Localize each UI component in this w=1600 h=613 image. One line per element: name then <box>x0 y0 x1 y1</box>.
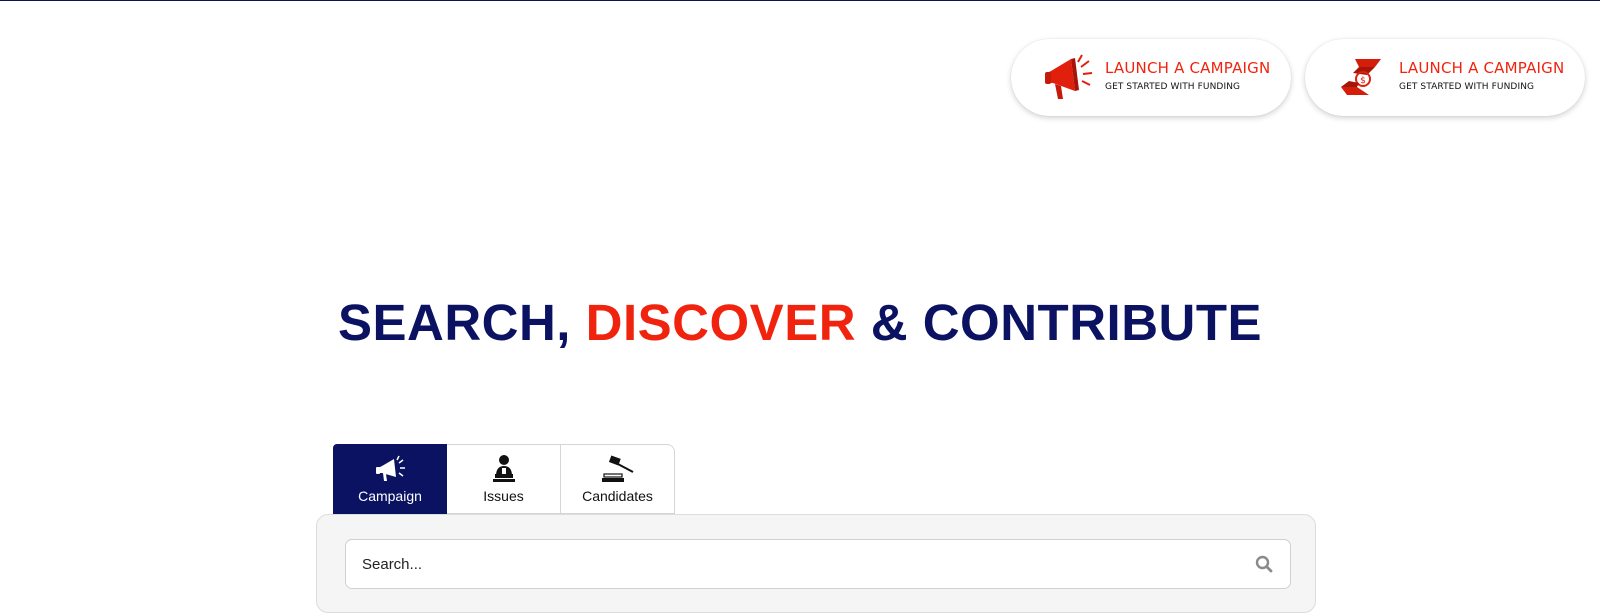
cta-subtitle: GET STARTED WITH FUNDING <box>1399 82 1535 92</box>
tab-label: Issues <box>483 488 524 504</box>
megaphone-icon <box>376 455 405 481</box>
search-box <box>345 539 1291 589</box>
cta-title: LAUNCH A CAMPAIGN <box>1105 59 1271 77</box>
top-divider <box>0 0 1600 1</box>
tab-label: Campaign <box>358 488 422 504</box>
cta-subtitle: GET STARTED WITH FUNDING <box>1105 82 1241 92</box>
headline-part-discover: DISCOVER <box>585 294 857 351</box>
launch-campaign-button-2[interactable]: $ LAUNCH A CAMPAIGN GET STARTED WITH FUN… <box>1305 39 1585 116</box>
search-button[interactable] <box>1252 552 1276 576</box>
launch-campaign-button-1[interactable]: LAUNCH A CAMPAIGN GET STARTED WITH FUNDI… <box>1011 39 1291 116</box>
headline-part-contribute: & CONTRIBUTE <box>856 294 1263 351</box>
search-category-tabs: Campaign Issues Candidates <box>333 444 675 514</box>
search-input[interactable] <box>346 540 1226 588</box>
tab-candidates[interactable]: Candidates <box>561 444 675 514</box>
tab-label: Candidates <box>582 488 653 504</box>
speaker-podium-icon <box>492 455 515 482</box>
tab-campaign[interactable]: Campaign <box>333 444 447 514</box>
hands-money-icon: $ <box>1341 59 1381 95</box>
page-headline: SEARCH, DISCOVER & CONTRIBUTE <box>0 294 1600 352</box>
tab-issues[interactable]: Issues <box>447 444 561 514</box>
svg-text:$: $ <box>1360 76 1366 86</box>
gavel-icon <box>601 455 633 482</box>
megaphone-icon <box>1045 54 1093 99</box>
search-panel <box>316 514 1316 613</box>
cta-title: LAUNCH A CAMPAIGN <box>1399 59 1565 77</box>
search-icon <box>1255 555 1273 573</box>
headline-part-search: SEARCH, <box>337 294 586 351</box>
